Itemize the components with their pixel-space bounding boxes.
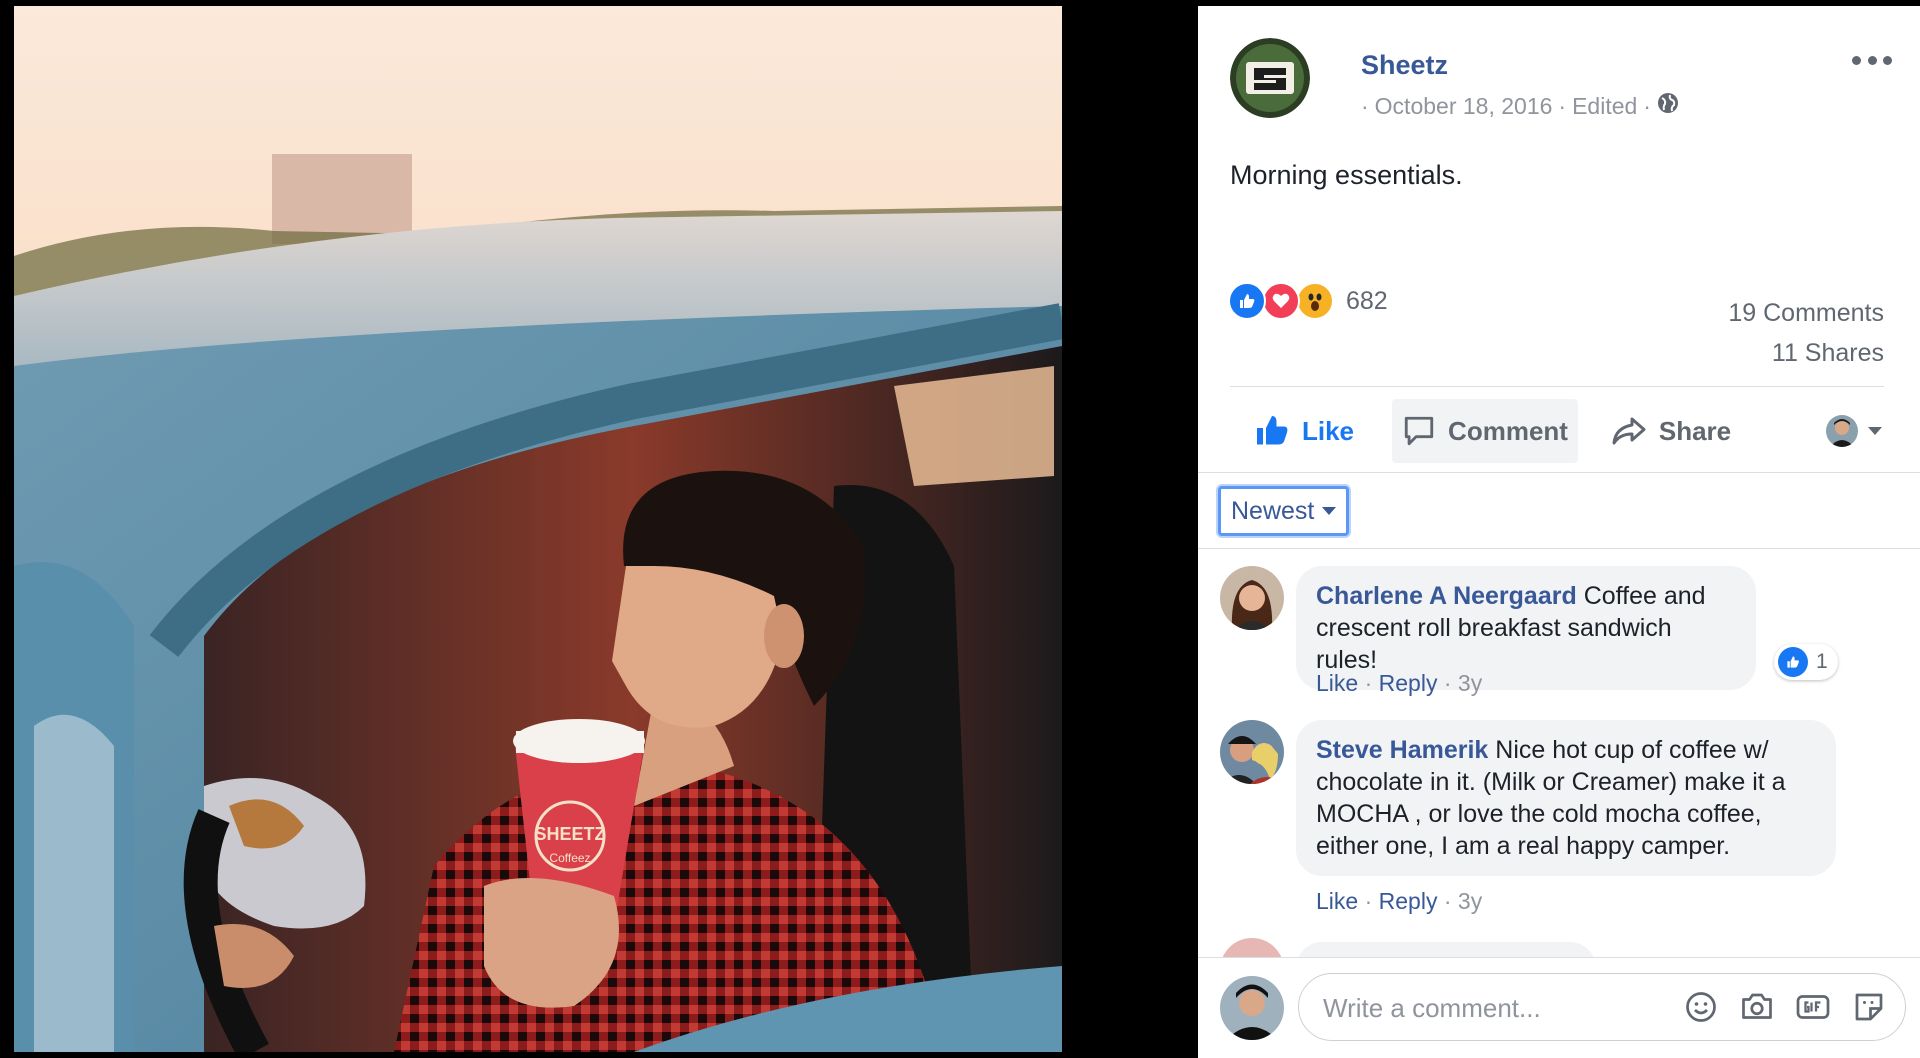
share-button-label: Share <box>1658 415 1732 446</box>
comment-actions: Like · Reply · 3y <box>1316 888 1482 915</box>
comments-count-link[interactable]: 19 Comments <box>1728 293 1884 333</box>
commenter-avatar[interactable] <box>1220 720 1284 784</box>
comment-sort-dropdown[interactable]: Newest <box>1218 486 1350 536</box>
chevron-down-icon <box>1322 507 1337 515</box>
post-date[interactable]: October 18, 2016 <box>1375 93 1553 120</box>
camera-icon[interactable] <box>1739 989 1775 1025</box>
comment-like-link[interactable]: Like <box>1316 670 1358 696</box>
comment-reaction-badge[interactable]: 1 <box>1774 644 1838 680</box>
comment-like-link[interactable]: Like <box>1316 888 1358 914</box>
separator-dot: · <box>1364 888 1379 914</box>
comment-reply-link[interactable]: Reply <box>1379 670 1438 696</box>
comment-item: Steve Hamerik Nice hot cup of coffee w/ … <box>1220 720 1860 920</box>
photo-illustration: SHEETZ Coffeez <box>14 6 1062 1052</box>
post-sidebar: Sheetz · October 18, 2016 · Edited · Mor… <box>1198 6 1920 1058</box>
comment-input-box <box>1298 973 1906 1042</box>
comment-author-link[interactable]: Steve Hamerik <box>1316 736 1488 764</box>
separator-dot: · <box>1443 670 1458 696</box>
like-button[interactable]: Like <box>1216 399 1392 463</box>
reactions-summary[interactable]: 682 <box>1228 281 1388 321</box>
more-options-icon[interactable] <box>1852 48 1892 72</box>
post-actions-bar: Like Comment Share <box>1216 395 1902 467</box>
shares-count-link[interactable]: 11 Shares <box>1728 333 1884 373</box>
meta-dot: · <box>1558 92 1567 119</box>
page-avatar[interactable] <box>1230 38 1310 118</box>
separator-dot: · <box>1364 670 1379 696</box>
meta-dot: · <box>1361 92 1369 119</box>
separator-dot: · <box>1443 888 1458 914</box>
globe-icon[interactable] <box>1657 92 1679 120</box>
post-text: Morning essentials. <box>1230 160 1463 190</box>
thumbs-up-icon <box>1256 416 1288 445</box>
comment-input[interactable] <box>1321 974 1655 1042</box>
post-meta: · October 18, 2016 · Edited · <box>1361 92 1679 120</box>
edited-label[interactable]: Edited <box>1572 93 1637 120</box>
sort-label: Newest <box>1231 496 1315 525</box>
post-photo[interactable]: SHEETZ Coffeez <box>14 6 1062 1052</box>
post-header: Sheetz · October 18, 2016 · Edited · <box>1230 38 1896 128</box>
comment-age[interactable]: 3y <box>1458 888 1482 914</box>
meta-dot: · <box>1643 92 1651 119</box>
reaction-count[interactable]: 682 <box>1346 287 1388 316</box>
like-button-label: Like <box>1301 415 1355 446</box>
gif-icon[interactable] <box>1795 989 1831 1025</box>
cup-logo-subtext: Coffeez <box>549 851 590 865</box>
divider <box>1198 548 1920 549</box>
cup-logo-text: SHEETZ <box>534 824 605 844</box>
divider <box>1198 472 1920 473</box>
like-icon <box>1228 282 1266 320</box>
comment-item: Charlene A Neergaard Coffee and crescent… <box>1220 566 1860 696</box>
viewer-avatar <box>1826 415 1858 447</box>
page-name-link[interactable]: Sheetz <box>1361 50 1448 81</box>
commenter-avatar[interactable] <box>1220 566 1284 630</box>
comment-author-link[interactable]: Charlene A Neergaard <box>1316 582 1577 610</box>
like-icon <box>1778 647 1808 677</box>
comment-composer <box>1198 957 1920 1058</box>
chevron-down-icon <box>1868 427 1882 435</box>
emoji-icon[interactable] <box>1683 989 1719 1025</box>
engagement-counts: 19 Comments 11 Shares <box>1728 293 1884 373</box>
divider <box>1230 386 1884 387</box>
comment-age[interactable]: 3y <box>1458 670 1482 696</box>
comment-reply-link[interactable]: Reply <box>1379 888 1438 914</box>
comment-actions: Like · Reply · 3y <box>1316 670 1482 697</box>
wow-icon <box>1296 282 1334 320</box>
share-arrow-icon <box>1612 417 1646 445</box>
share-button[interactable]: Share <box>1578 399 1764 463</box>
viewer-avatar[interactable] <box>1220 976 1284 1040</box>
comment-bubble: Steve Hamerik Nice hot cup of coffee w/ … <box>1296 720 1836 876</box>
reaction-identity-selector[interactable] <box>1764 399 1882 463</box>
composer-tools <box>1683 989 1887 1025</box>
sticker-icon[interactable] <box>1851 989 1887 1025</box>
comment-like-count: 1 <box>1816 650 1828 673</box>
photo-stage: SHEETZ Coffeez <box>0 0 1198 1058</box>
comment-bubble-icon <box>1404 416 1434 446</box>
love-icon <box>1262 282 1300 320</box>
comment-button[interactable]: Comment <box>1392 399 1578 463</box>
comment-button-label: Comment <box>1448 415 1568 446</box>
